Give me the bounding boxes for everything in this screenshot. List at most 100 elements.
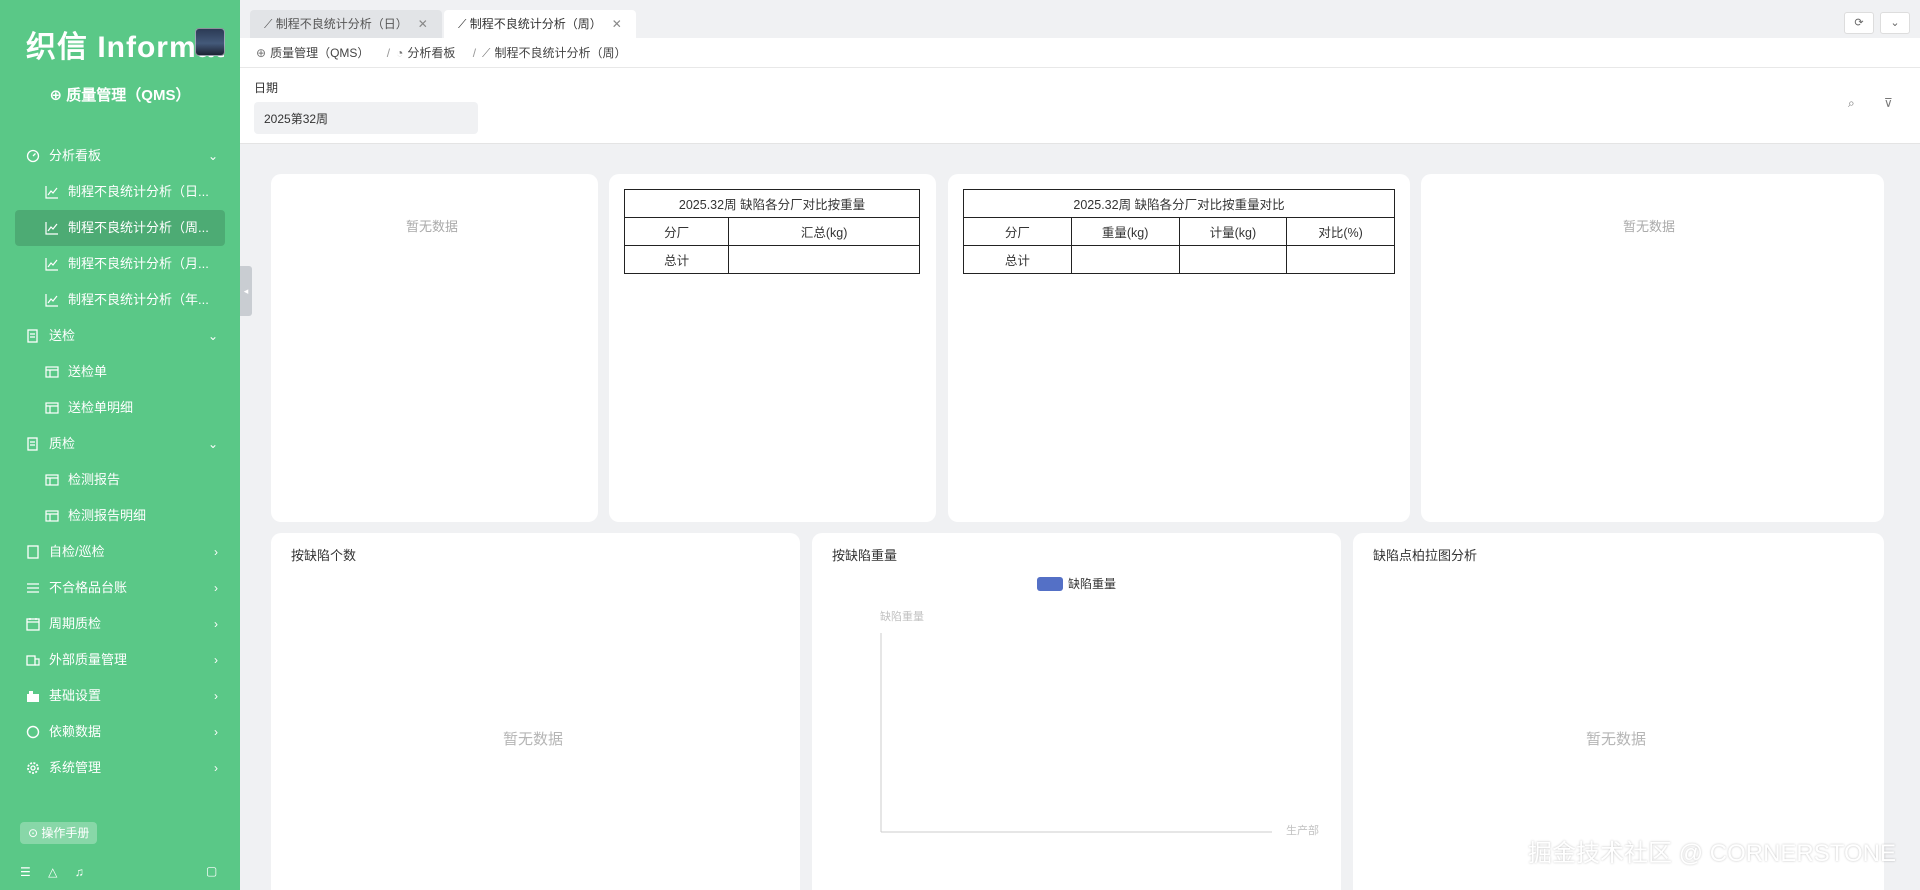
table-title: 2025.32周 缺陷各分厂对比按重量对比 <box>963 189 1395 218</box>
external-quality-icon <box>26 655 40 666</box>
table-weight-compare: 2025.32周 缺陷各分厂对比按重量对比 分厂 重量(kg) 计量(kg) 对… <box>963 189 1395 274</box>
x-tick-label: 生产部 <box>1286 823 1319 837</box>
no-data-text: 暂无数据 <box>1586 731 1647 748</box>
tab-daily[interactable]: ⟋ 制程不良统计分析（日） ✕ <box>250 10 442 38</box>
card-table-weight: 2025.32周 缺陷各分厂对比按重量 分厂 汇总(kg) 总计 <box>609 174 936 522</box>
chevron-down-icon: ⌄ <box>207 437 218 451</box>
dashboard-icon: ◔ <box>396 46 404 60</box>
breadcrumb: ⊕ 质量管理（QMS） / ◔ 分析看板 / ⟋ 制程不良统计分析（周） <box>240 38 1920 68</box>
sidebar-item-send-order[interactable]: 送检单 <box>0 354 240 390</box>
chart-title: 缺陷点柏拉图分析 <box>1373 548 1478 563</box>
chevron-right-icon: › <box>214 653 218 667</box>
card-defect-count: 按缺陷个数 暂无数据 <box>271 533 800 890</box>
sidebar-item-weekly[interactable]: 制程不良统计分析（周... <box>15 210 225 246</box>
table-icon <box>45 402 59 414</box>
search-quality-icon: ⊕ <box>256 46 267 60</box>
refresh-button[interactable]: ⟳ <box>1844 12 1874 34</box>
column-header: 重量(kg) <box>1070 217 1180 246</box>
column-header: 计量(kg) <box>1178 217 1288 246</box>
sidebar-group-dashboard[interactable]: 分析看板 ⌄ <box>0 138 240 174</box>
sidebar-group-inspection-send[interactable]: 送检 ⌄ <box>0 318 240 354</box>
table-weight-by-factory: 2025.32周 缺陷各分厂对比按重量 分厂 汇总(kg) 总计 <box>623 189 920 274</box>
dashboard-icon <box>26 149 40 163</box>
chevron-right-icon: › <box>214 581 218 595</box>
ledger-icon <box>27 583 39 593</box>
sidebar-item-send-order-detail[interactable]: 送检单明细 <box>0 390 240 426</box>
chevron-right-icon: › <box>214 617 218 631</box>
sidebar-group-self-check[interactable]: 自检/巡检 › <box>0 534 240 570</box>
line-chart-icon <box>45 294 58 307</box>
sidebar-group-system[interactable]: 系统管理 › <box>0 750 240 786</box>
chevron-down-icon: ⌄ <box>207 149 218 163</box>
date-week-input[interactable] <box>254 102 478 134</box>
tab-bar: ⟋ 制程不良统计分析（日） ✕ ⟋ 制程不良统计分析（周） ✕ ⟳ ⌄ <box>240 0 1920 38</box>
sidebar-item-test-report[interactable]: 检测报告 <box>0 462 240 498</box>
date-label: 日期 <box>254 81 279 95</box>
chevron-right-icon: › <box>214 545 218 559</box>
search-quality-icon: ⊕ <box>49 87 67 104</box>
sidebar-item-monthly[interactable]: 制程不良统计分析（月... <box>0 246 240 282</box>
table-icon <box>45 366 59 378</box>
dropdown-button[interactable]: ⌄ <box>1880 12 1910 34</box>
tab-weekly[interactable]: ⟋ 制程不良统计分析（周） ✕ <box>444 10 636 38</box>
sidebar: 织信 Informat ⊕ 质量管理（QMS） 分析看板 ⌄ 制程不良统计分析（… <box>0 0 240 890</box>
building-icon <box>27 691 39 702</box>
table-title: 2025.32周 缺陷各分厂对比按重量 <box>624 189 920 218</box>
line-chart-icon <box>45 258 58 271</box>
sidebar-item-yearly[interactable]: 制程不良统计分析（年... <box>0 282 240 318</box>
search-icon[interactable]: ⌕ <box>1848 96 1855 111</box>
sidebar-footer: ☰ △ ♫ <box>20 865 98 879</box>
help-icon: ⊙ <box>28 826 42 840</box>
chevron-right-icon: › <box>214 761 218 775</box>
table-icon <box>45 510 59 522</box>
sidebar-group-periodic[interactable]: 周期质检 › <box>0 606 240 642</box>
sidebar-group-external[interactable]: 外部质量管理 › <box>0 642 240 678</box>
chevron-right-icon: › <box>214 725 218 739</box>
close-icon[interactable]: ✕ <box>612 17 622 31</box>
chart-title: 按缺陷个数 <box>291 548 357 563</box>
bell-icon[interactable]: ♫ <box>75 865 84 879</box>
card-table-weight-compare: 2025.32周 缺陷各分厂对比按重量对比 分厂 重量(kg) 计量(kg) 对… <box>948 174 1410 522</box>
document-icon <box>27 329 38 343</box>
gear-icon <box>27 762 39 774</box>
sidebar-group-basic-settings[interactable]: 基础设置 › <box>0 678 240 714</box>
y-axis-label: 缺陷重量 <box>880 609 924 623</box>
legend-label: 缺陷重量 <box>1068 576 1116 591</box>
filter-clear-icon[interactable]: ⊽ <box>1884 96 1893 110</box>
sidebar-collapse-handle[interactable]: ◂ <box>240 266 252 316</box>
sidebar-menu: 分析看板 ⌄ 制程不良统计分析（日... 制程不良统计分析（周... 制程不良统… <box>0 138 240 786</box>
manual-button[interactable]: ⊙ 操作手册 <box>20 822 98 844</box>
sidebar-group-nonconforming[interactable]: 不合格品台账 › <box>0 570 240 606</box>
column-header: 对比(%) <box>1286 217 1395 246</box>
column-header: 分厂 <box>623 217 730 246</box>
card-defect-weight: 按缺陷重量 缺陷重量 缺陷重量 生产部 <box>812 533 1341 890</box>
table-icon <box>45 474 59 486</box>
document-icon <box>27 437 38 451</box>
column-header: 汇总(kg) <box>728 217 920 246</box>
panel-toggle-icon[interactable]: ▢ <box>206 864 217 878</box>
warning-icon[interactable]: △ <box>48 865 57 879</box>
legend-swatch <box>1037 577 1063 591</box>
avatar[interactable] <box>195 28 225 56</box>
sidebar-group-quality-check[interactable]: 质检 ⌄ <box>0 426 240 462</box>
menu-icon[interactable]: ☰ <box>20 865 31 879</box>
line-chart-icon: ⟋ <box>482 46 491 60</box>
sidebar-item-test-report-detail[interactable]: 检测报告明细 <box>0 498 240 534</box>
document-icon <box>27 545 39 559</box>
chevron-right-icon: › <box>214 689 218 703</box>
chevron-down-icon: ⌄ <box>207 329 218 343</box>
card-empty-2: 暂无数据 <box>1421 174 1884 522</box>
no-data-text: 暂无数据 <box>503 731 564 748</box>
filter-bar: 日期 ⌕ ⊽ <box>240 68 1920 144</box>
column-header: 分厂 <box>963 217 1072 246</box>
sidebar-group-dependency[interactable]: 依赖数据 › <box>0 714 240 750</box>
app-title[interactable]: ⊕ 质量管理（QMS） <box>0 84 240 105</box>
sidebar-item-daily[interactable]: 制程不良统计分析（日... <box>0 174 240 210</box>
line-chart-icon: ⟋ <box>264 17 276 31</box>
line-chart-icon <box>45 186 58 199</box>
circle-icon <box>26 725 40 739</box>
line-chart-icon: ⟋ <box>458 17 470 31</box>
no-data-text: 暂无数据 <box>1623 219 1676 234</box>
no-data-text: 暂无数据 <box>406 219 459 234</box>
close-icon[interactable]: ✕ <box>418 17 428 31</box>
